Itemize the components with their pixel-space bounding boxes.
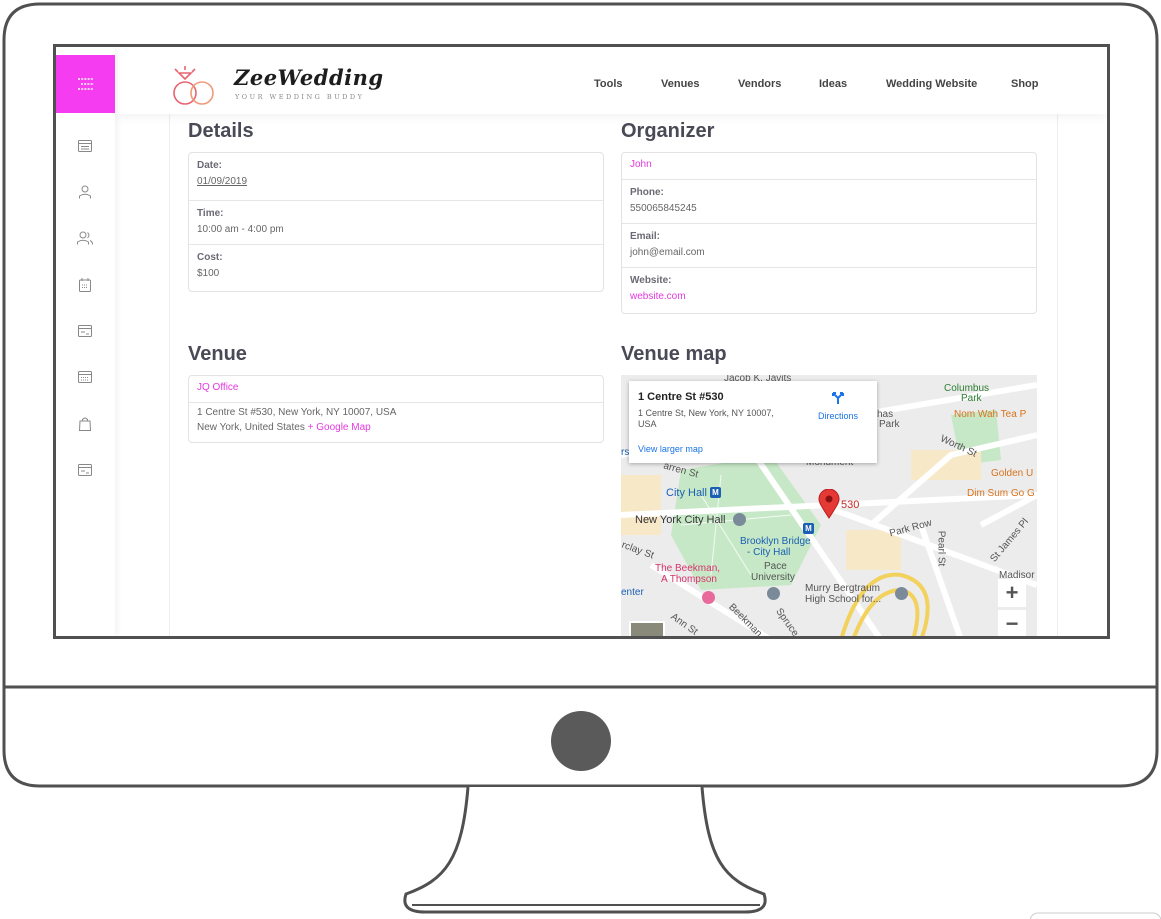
nav-venues[interactable]: Venues — [661, 78, 700, 90]
view-larger-map-link[interactable]: View larger map — [638, 444, 703, 454]
venue-map-title: Venue map — [621, 343, 727, 365]
users-icon[interactable] — [75, 228, 95, 248]
email-label: Email: — [630, 231, 661, 242]
brand-tagline: YOUR WEDDING BUDDY — [235, 93, 365, 101]
venue-address-city: New York, United States — [197, 422, 305, 433]
website-label: Website: — [630, 275, 672, 286]
zoom-out-button[interactable]: − — [998, 610, 1026, 636]
zoom-in-button[interactable]: + — [998, 579, 1026, 607]
subway-icon: M — [710, 487, 721, 498]
google-map-link[interactable]: + Google Map — [308, 422, 371, 433]
organizer-card: John Phone: 550065845245 Email: john@ema… — [621, 152, 1037, 314]
directions-label: Directions — [817, 411, 858, 421]
map-label-park2: Park — [879, 419, 900, 430]
card-icon[interactable] — [75, 460, 95, 480]
hotel-icon — [702, 591, 715, 604]
menu-icon — [77, 78, 94, 90]
date-label: Date: — [197, 160, 223, 171]
app-screen: ZeeWedding YOUR WEDDING BUDDY Tools Venu… — [53, 44, 1110, 639]
map-label-city-hall: City Hall — [666, 487, 707, 499]
phone-row: Phone: 550065845245 — [622, 180, 1036, 224]
brand-name: ZeeWedding — [234, 65, 384, 90]
school-icon — [767, 587, 780, 600]
map-info-title: 1 Centre St #530 — [638, 391, 724, 403]
school-icon — [895, 587, 908, 600]
email-row: Email: john@email.com — [622, 224, 1036, 268]
sidebar — [56, 47, 115, 636]
phone-label: Phone: — [630, 187, 664, 198]
directions-icon — [832, 392, 844, 404]
user-icon[interactable] — [75, 182, 95, 202]
cost-label: Cost: — [197, 252, 223, 263]
menu-toggle-button[interactable] — [56, 55, 115, 113]
website-row: Website: website.com — [622, 268, 1036, 313]
map-label-park: Park — [961, 393, 982, 404]
details-title: Details — [188, 120, 254, 142]
cost-value: $100 — [197, 268, 220, 279]
map-label-dim-sum: Dim Sum Go G — [967, 488, 1035, 499]
nav-vendors[interactable]: Vendors — [738, 78, 781, 90]
map-label-center: enter — [621, 587, 644, 598]
date-row: Date: 01/09/2019 — [189, 153, 603, 201]
dashboard-icon[interactable] — [75, 136, 95, 156]
nav-ideas[interactable]: Ideas — [819, 78, 847, 90]
map-label-pace-1: Pace — [764, 561, 787, 572]
email-value: john@email.com — [630, 247, 705, 258]
map-label-beekman-2: A Thompson — [661, 574, 717, 585]
map-label-murry-2: High School for... — [805, 594, 882, 605]
rings-logo-icon — [173, 66, 214, 105]
map-label-pearl-st: Pearl St — [935, 530, 947, 567]
venue-title: Venue — [188, 343, 247, 365]
map-label-nom-wah: Nom Wah Tea P — [954, 409, 1027, 420]
map-info-window: 1 Centre St #530 1 Centre St, New York, … — [629, 381, 877, 463]
map-label-nyc-hall: New York City Hall — [635, 514, 726, 526]
cost-row: Cost: $100 — [189, 245, 603, 291]
brand-logo[interactable]: ZeeWedding YOUR WEDDING BUDDY — [169, 63, 383, 107]
budget-icon[interactable] — [75, 321, 95, 341]
map-label-beekman-1: The Beekman, — [655, 563, 721, 574]
street-view-thumbnail[interactable] — [629, 621, 665, 636]
checklist-icon[interactable] — [75, 367, 95, 387]
time-label: Time: — [197, 208, 224, 219]
details-card: Date: 01/09/2019 Time: 10:00 am - 4:00 p… — [188, 152, 604, 292]
directions-button[interactable]: Directions — [812, 391, 864, 425]
venue-name-row: JQ Office — [189, 376, 603, 403]
map-info-address-line1: 1 Centre St, New York, NY 10007, — [638, 408, 774, 418]
venue-address-row: 1 Centre St #530, New York, NY 10007, US… — [189, 403, 603, 443]
nav-wedding-website[interactable]: Wedding Website — [886, 78, 977, 90]
nav-tools[interactable]: Tools — [594, 78, 623, 90]
organizer-name-link[interactable]: John — [630, 159, 1028, 170]
website-link[interactable]: website.com — [630, 290, 1028, 303]
calendar-icon[interactable] — [75, 275, 95, 295]
venue-name-link[interactable]: JQ Office — [197, 382, 595, 393]
venue-card: JQ Office 1 Centre St #530, New York, NY… — [188, 375, 604, 443]
organizer-title: Organizer — [621, 120, 715, 142]
venue-map[interactable]: Jacob K. Javits Columbus Park Nom Wah Te… — [621, 375, 1037, 636]
nav-shop[interactable]: Shop — [1011, 78, 1039, 90]
map-marker-label: 530 — [841, 499, 860, 511]
phone-value: 550065845245 — [630, 203, 697, 214]
organizer-name-row: John — [622, 153, 1036, 180]
map-label-pace-2: University — [751, 572, 795, 583]
map-label-golden: Golden U — [991, 468, 1034, 479]
landmark-icon — [733, 513, 746, 526]
map-label-brooklyn-bridge-2: - City Hall — [747, 547, 791, 558]
map-label-brooklyn-bridge-1: Brooklyn Bridge — [740, 536, 811, 547]
time-row: Time: 10:00 am - 4:00 pm — [189, 201, 603, 245]
date-value: 01/09/2019 — [197, 176, 248, 187]
map-location-marker-icon[interactable] — [818, 489, 840, 519]
map-label-murry-1: Murry Bergtraum — [805, 583, 881, 594]
venue-address-line1: 1 Centre St #530, New York, NY 10007, US… — [197, 407, 397, 418]
top-navigation-bar: ZeeWedding YOUR WEDDING BUDDY Tools Venu… — [115, 47, 1107, 114]
map-info-address-line2: USA — [638, 419, 657, 429]
venue-address-line2: New York, United States + Google Map — [197, 421, 595, 434]
subway-icon: M — [803, 523, 814, 534]
power-button — [551, 711, 611, 771]
time-value: 10:00 am - 4:00 pm — [197, 224, 284, 235]
shopping-bag-icon[interactable] — [75, 414, 95, 434]
